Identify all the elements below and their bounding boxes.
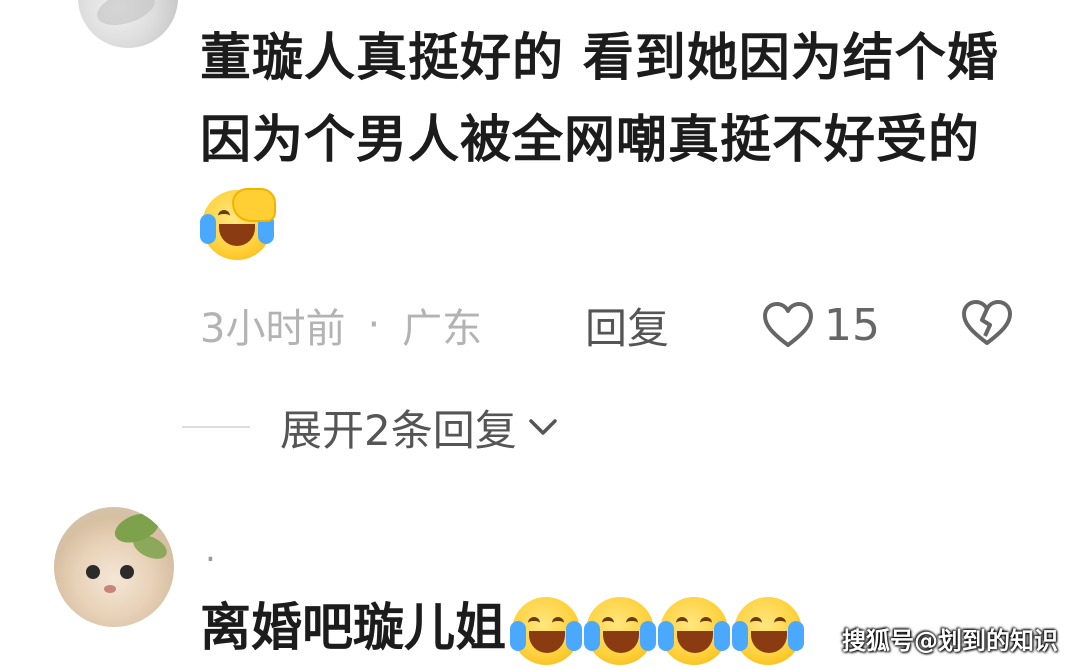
divider-line xyxy=(182,426,250,428)
laughing-crying-emoji-icon xyxy=(658,597,731,665)
comment-2-text: 离婚吧璇儿姐 xyxy=(200,588,805,670)
comment-1-text: 董璇人真挺好的 看到她因为结个婚因为个男人被全网嘲真挺不好受的 xyxy=(200,18,1030,264)
comment-1-body: 董璇人真挺好的 看到她因为结个婚因为个男人被全网嘲真挺不好受的 xyxy=(200,29,999,170)
watermark: 搜狐号@划到的知识 xyxy=(842,627,1058,655)
broken-heart-icon xyxy=(962,300,1012,345)
like-button[interactable]: 15 xyxy=(762,300,880,351)
heart-icon xyxy=(763,302,813,347)
comment-1-location: 广东 xyxy=(402,306,483,352)
expand-replies-label: 展开2条回复 xyxy=(280,405,517,455)
comment-1-meta: 3小时前 · 广东 回复 15 xyxy=(200,290,1060,360)
avatar-commenter-2[interactable] xyxy=(54,507,174,627)
comment-1-time: 3小时前 xyxy=(200,306,346,352)
chevron-down-icon xyxy=(528,419,557,435)
laughing-crying-emoji-icon xyxy=(584,597,657,665)
meta-separator: · xyxy=(367,302,381,348)
avatar-commenter-1[interactable] xyxy=(78,0,178,48)
laughing-crying-emoji-icon xyxy=(510,597,583,665)
laughing-crying-emoji-icon xyxy=(732,597,805,665)
dislike-button[interactable] xyxy=(960,298,1014,358)
like-count: 15 xyxy=(824,299,880,351)
commenter-2-name[interactable]: . xyxy=(205,530,216,570)
reply-button[interactable]: 回复 xyxy=(585,295,669,356)
comment-2-body: 离婚吧璇儿姐 xyxy=(200,599,507,658)
facepalm-laughing-emoji-icon xyxy=(200,188,276,260)
expand-replies[interactable]: 展开2条回复 xyxy=(182,392,782,462)
